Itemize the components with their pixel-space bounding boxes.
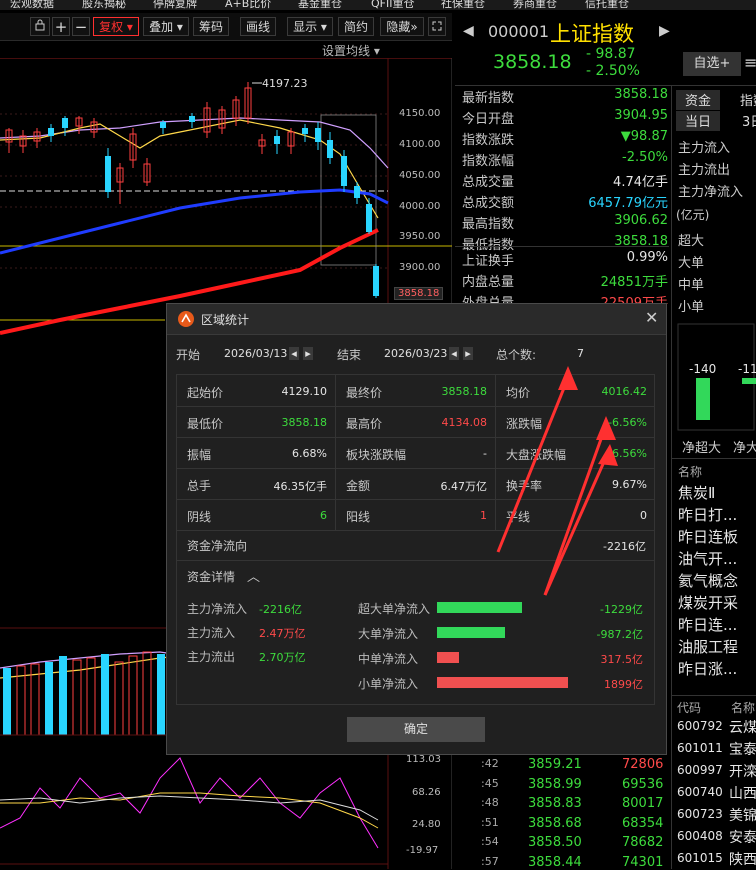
annotation-arrows [496,366,618,596]
